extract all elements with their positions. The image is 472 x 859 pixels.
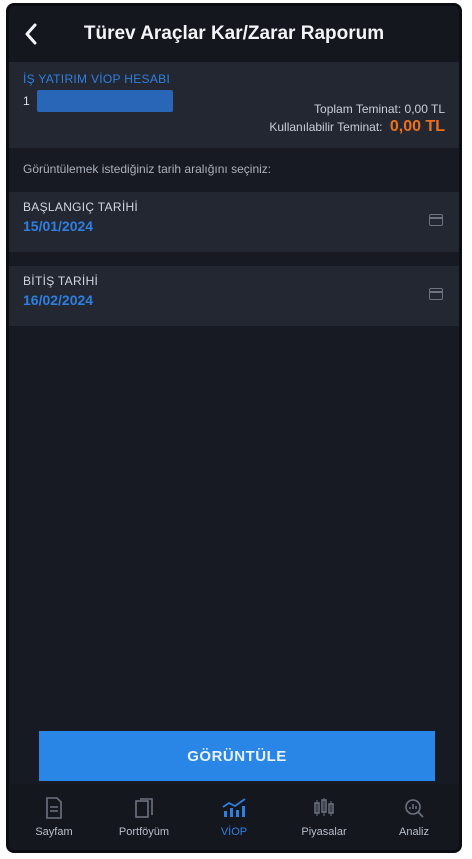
markets-icon [314, 798, 334, 816]
top-bar: Türev Araçlar Kar/Zarar Raporum [9, 6, 459, 62]
account-number-prefix: 1 [23, 94, 30, 108]
tab-viop[interactable]: VİOP [194, 796, 274, 838]
start-date-field[interactable]: BAŞLANGIÇ TARİHİ 15/01/2024 [9, 192, 459, 252]
page-title: Türev Araçlar Kar/Zarar Raporum [83, 23, 385, 44]
tab-label: Portföyüm [118, 826, 170, 838]
calendar-icon [429, 288, 443, 300]
tab-label: Piyasalar [301, 826, 347, 838]
usable-collateral-label: Kullanılabilir Teminat: [269, 120, 383, 134]
collateral-summary: Toplam Teminat: 0,00 TL Kullanılabilir T… [269, 100, 445, 136]
phone-frame: Türev Araçlar Kar/Zarar Raporum İŞ YATIR… [6, 3, 462, 853]
start-date-label: BAŞLANGIÇ TARİHİ [23, 200, 139, 214]
account-number-mask [37, 90, 173, 112]
total-collateral-value: 0,00 TL [404, 102, 445, 116]
account-panel: İŞ YATIRIM VİOP HESABI 1 Toplam Teminat:… [9, 62, 459, 148]
divider [9, 252, 459, 266]
end-date-field[interactable]: BİTİŞ TARİHİ 16/02/2024 [9, 266, 459, 326]
portfolio-icon [135, 798, 153, 818]
bottom-tab-bar: Sayfam Portföyüm VİOP Piyasalar Analiz [9, 784, 459, 850]
usable-collateral-value: 0,00 TL [389, 118, 445, 135]
date-range-hint: Görüntülemek istediğiniz tarih aralığını… [23, 162, 272, 176]
chevron-left-icon [25, 23, 37, 45]
total-collateral-label: Toplam Teminat: [314, 102, 402, 116]
tab-label: Analiz [399, 826, 429, 838]
usable-collateral-row: Kullanılabilir Teminat: 0,00 TL [269, 118, 445, 136]
tab-sayfam[interactable]: Sayfam [14, 796, 94, 838]
tab-analiz[interactable]: Analiz [374, 796, 454, 838]
view-report-button[interactable]: GÖRÜNTÜLE [39, 731, 435, 781]
analysis-icon [405, 799, 424, 818]
chart-icon [222, 798, 246, 817]
document-icon [46, 797, 62, 819]
start-date-value: 15/01/2024 [23, 218, 94, 234]
tab-piyasalar[interactable]: Piyasalar [284, 796, 364, 838]
end-date-value: 16/02/2024 [23, 292, 94, 308]
tab-portfoyum[interactable]: Portföyüm [104, 796, 184, 838]
calendar-icon [429, 214, 443, 226]
tab-label: VİOP [220, 826, 248, 838]
back-button[interactable] [9, 6, 53, 62]
account-name: İŞ YATIRIM VİOP HESABI [23, 72, 171, 86]
tab-label: Sayfam [35, 826, 73, 838]
end-date-label: BİTİŞ TARİHİ [23, 274, 99, 288]
total-collateral-row: Toplam Teminat: 0,00 TL [269, 100, 445, 118]
